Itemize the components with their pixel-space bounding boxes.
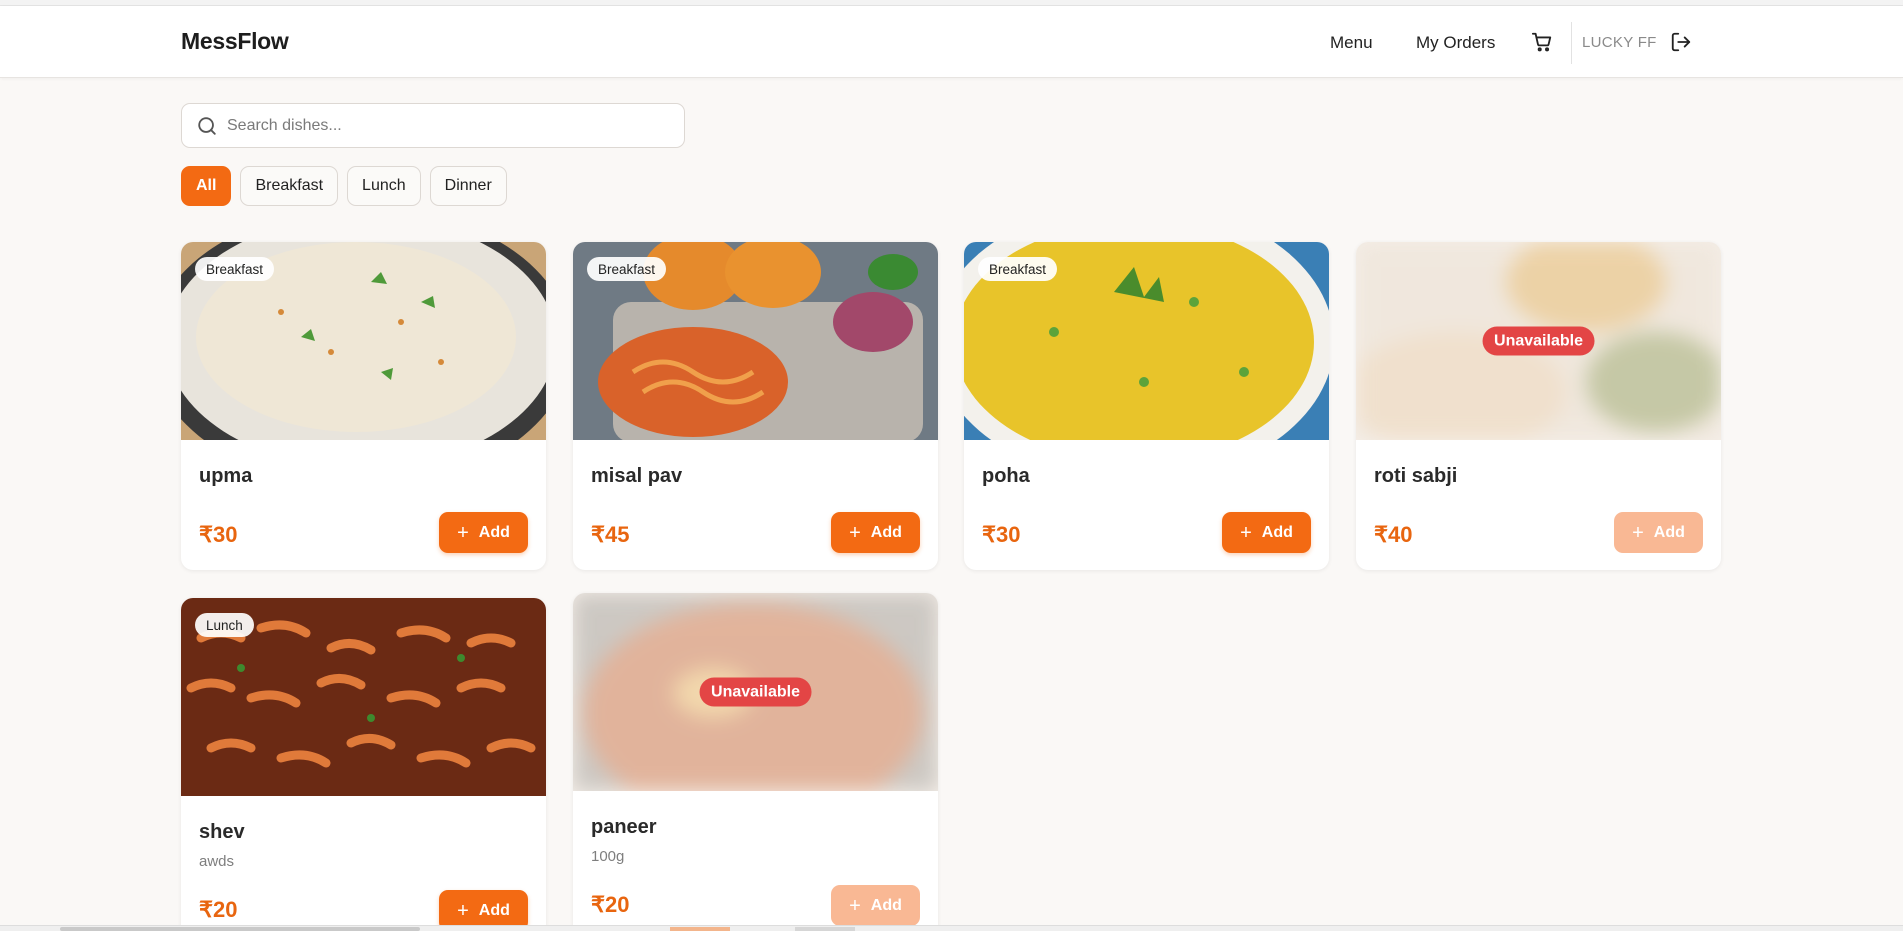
dish-image: Lunch: [181, 598, 546, 796]
scrollbar-thumb[interactable]: [60, 927, 420, 931]
dish-name: poha: [982, 465, 1030, 487]
dish-name: shev: [199, 821, 245, 843]
user-name: LUCKY FF: [1582, 34, 1657, 51]
add-to-cart-button[interactable]: + Add: [1222, 512, 1311, 553]
search-icon: [198, 117, 216, 135]
category-badge: Breakfast: [978, 257, 1058, 281]
dish-image: Breakfast: [181, 242, 546, 440]
dish-card-misal-pav: Breakfast misal pav ₹45 + Add: [573, 242, 938, 570]
plus-icon: +: [849, 521, 861, 544]
dish-card-shev: Lunch shev awds ₹20 + Add: [181, 598, 546, 931]
cart-icon[interactable]: [1531, 31, 1553, 53]
dish-price: ₹30: [982, 522, 1021, 547]
filter-dinner[interactable]: Dinner: [429, 166, 507, 206]
brand-logo[interactable]: MessFlow: [181, 28, 289, 55]
dish-image: Breakfast: [964, 242, 1329, 440]
nav-menu-link[interactable]: Menu: [1330, 33, 1373, 53]
unavailable-badge: Unavailable: [699, 677, 812, 707]
logout-icon[interactable]: [1670, 31, 1692, 53]
filter-all[interactable]: All: [181, 166, 232, 206]
top-navbar: MessFlow Menu My Orders LUCKY FF: [0, 6, 1903, 78]
add-to-cart-button-disabled[interactable]: + Add: [831, 885, 920, 926]
dish-price: ₹40: [1374, 522, 1413, 547]
search-box[interactable]: [181, 103, 685, 148]
add-to-cart-button[interactable]: + Add: [831, 512, 920, 553]
navbar-divider: [1571, 22, 1572, 64]
dish-image: Unavailable: [573, 593, 938, 791]
category-badge: Lunch: [195, 613, 254, 637]
dish-description: awds: [199, 853, 235, 870]
category-badge: Breakfast: [195, 257, 275, 281]
plus-icon: +: [457, 899, 469, 922]
plus-icon: +: [1240, 521, 1252, 544]
filter-breakfast[interactable]: Breakfast: [240, 166, 339, 206]
dish-price: ₹20: [591, 892, 630, 917]
dish-image: Unavailable: [1356, 242, 1721, 440]
plus-icon: +: [457, 521, 469, 544]
dish-card-roti-sabji: Unavailable roti sabji ₹40 + Add: [1356, 242, 1721, 570]
category-badge: Breakfast: [587, 257, 667, 281]
dish-name: roti sabji: [1374, 465, 1458, 487]
dish-description: 100g: [591, 848, 625, 865]
dish-card-paneer: Unavailable paneer 100g ₹20 + Add: [573, 593, 938, 931]
dish-card-poha: Breakfast poha ₹30 + Add: [964, 242, 1329, 570]
add-to-cart-button[interactable]: + Add: [439, 512, 528, 553]
filter-lunch[interactable]: Lunch: [347, 166, 421, 206]
horizontal-scrollbar[interactable]: [0, 925, 1903, 931]
scrollbar-segment: [795, 927, 855, 931]
dish-card-upma: Breakfast upma ₹30 + Add: [181, 242, 546, 570]
plus-icon: +: [849, 894, 861, 917]
dish-price: ₹30: [199, 522, 238, 547]
plus-icon: +: [1632, 521, 1644, 544]
search-input[interactable]: [227, 104, 677, 147]
unavailable-badge: Unavailable: [1482, 326, 1595, 356]
dish-name: upma: [199, 465, 253, 487]
dish-price: ₹20: [199, 897, 238, 922]
nav-my-orders-link[interactable]: My Orders: [1416, 33, 1495, 53]
category-filters: All Breakfast Lunch Dinner: [181, 166, 507, 206]
add-to-cart-button-disabled[interactable]: + Add: [1614, 512, 1703, 553]
dish-name: misal pav: [591, 465, 683, 487]
dish-image: Breakfast: [573, 242, 938, 440]
dish-name: paneer: [591, 816, 657, 838]
scrollbar-segment: [670, 927, 730, 931]
dish-price: ₹45: [591, 522, 630, 547]
